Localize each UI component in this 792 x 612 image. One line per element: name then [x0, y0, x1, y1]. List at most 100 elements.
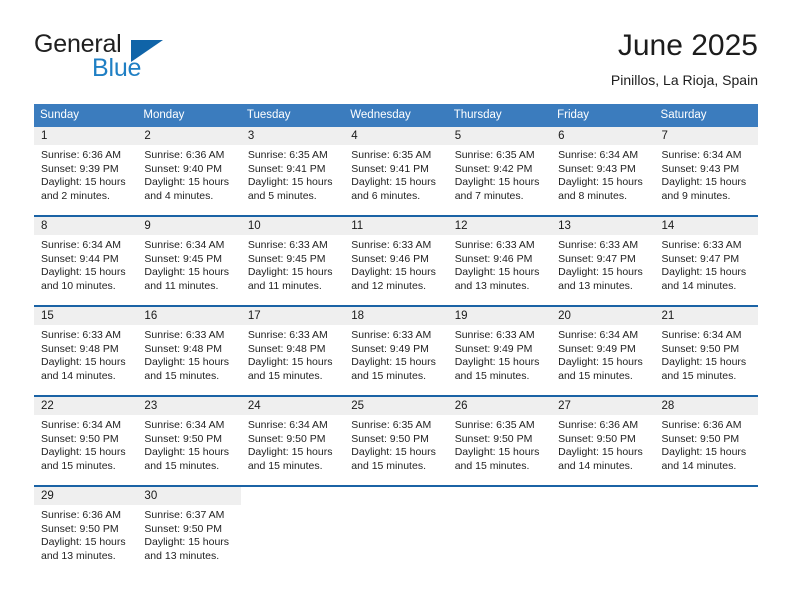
- sunrise-time: Sunrise: 6:33 AM: [247, 239, 328, 251]
- day-details: Sunrise: 6:34 AM Sunset: 9:44 PM Daylight:…: [34, 235, 137, 293]
- calendar-week-row: 8 Sunrise: 6:34 AM Sunset: 9:44 PM Daylight…: [34, 215, 758, 305]
- daylight-duration-line2: and 8 minutes.: [558, 189, 627, 202]
- day-cell[interactable]: 17 Sunrise: 6:33 AM Sunset: 9:48 PM Dayligh…: [240, 307, 345, 395]
- day-details: Sunrise: 6:34 AM Sunset: 9:45 PM Daylight:…: [137, 235, 240, 293]
- day-cell[interactable]: 22 Sunrise: 6:34 AM Sunset: 9:50 PM Dayligh…: [34, 397, 138, 485]
- sunrise-time: Sunrise: 6:33 AM: [454, 329, 535, 341]
- day-number: 21: [654, 307, 758, 325]
- day-cell[interactable]: 6 Sunrise: 6:34 AM Sunset: 9:43 PM Daylight…: [551, 127, 655, 215]
- day-cell[interactable]: 9 Sunrise: 6:34 AM Sunset: 9:45 PM Daylight…: [137, 217, 241, 305]
- day-cell[interactable]: 5 Sunrise: 6:35 AM Sunset: 9:42 PM Daylight…: [447, 127, 552, 215]
- day-cell[interactable]: 19 Sunrise: 6:33 AM Sunset: 9:49 PM Dayligh…: [447, 307, 552, 395]
- general-blue-logo[interactable]: General Blue: [34, 28, 254, 90]
- day-cell[interactable]: 26 Sunrise: 6:35 AM Sunset: 9:50 PM Dayligh…: [447, 397, 552, 485]
- daylight-duration-line1: Daylight: 15 hours: [558, 266, 643, 279]
- day-cell[interactable]: 16 Sunrise: 6:33 AM Sunset: 9:48 PM Dayligh…: [137, 307, 241, 395]
- day-number: 6: [551, 127, 655, 145]
- sunset-time: Sunset: 9:49 PM: [454, 342, 533, 355]
- day-cell[interactable]: 29 Sunrise: 6:36 AM Sunset: 9:50 PM Dayligh…: [34, 487, 138, 575]
- day-cell[interactable]: 30 Sunrise: 6:37 AM Sunset: 9:50 PM Dayligh…: [137, 487, 241, 575]
- sunrise-time: Sunrise: 6:35 AM: [454, 149, 535, 161]
- day-cell[interactable]: 15 Sunrise: 6:33 AM Sunset: 9:48 PM Dayligh…: [34, 307, 138, 395]
- day-cell[interactable]: 27 Sunrise: 6:36 AM Sunset: 9:50 PM Dayligh…: [551, 397, 655, 485]
- sunrise-time: Sunrise: 6:36 AM: [144, 149, 225, 161]
- page-title: June 2025: [617, 29, 758, 62]
- daylight-duration-line1: Daylight: 15 hours: [247, 266, 333, 279]
- day-cell[interactable]: 23 Sunrise: 6:34 AM Sunset: 9:50 PM Dayligh…: [137, 397, 241, 485]
- day-details: Sunrise: 6:35 AM Sunset: 9:41 PM Daylight:…: [344, 145, 447, 203]
- sunrise-time: Sunrise: 6:35 AM: [247, 149, 328, 161]
- day-cell[interactable]: 24 Sunrise: 6:34 AM Sunset: 9:50 PM Dayligh…: [240, 397, 345, 485]
- day-details: Sunrise: 6:33 AM Sunset: 9:46 PM Daylight:…: [344, 235, 447, 293]
- day-details: Sunrise: 6:34 AM Sunset: 9:50 PM Daylight:…: [241, 415, 344, 473]
- day-details: Sunrise: 6:33 AM Sunset: 9:46 PM Daylight:…: [448, 235, 551, 293]
- daylight-duration-line2: and 11 minutes.: [247, 279, 322, 292]
- daylight-duration-line1: Daylight: 15 hours: [144, 176, 230, 189]
- day-number: 28: [654, 397, 758, 415]
- daylight-duration-line2: and 2 minutes.: [41, 189, 110, 202]
- day-cell[interactable]: 13 Sunrise: 6:33 AM Sunset: 9:47 PM Dayligh…: [551, 217, 655, 305]
- day-number: 30: [137, 487, 241, 505]
- day-cell[interactable]: 8 Sunrise: 6:34 AM Sunset: 9:44 PM Daylight…: [34, 217, 138, 305]
- day-cell[interactable]: 25 Sunrise: 6:35 AM Sunset: 9:50 PM Dayligh…: [344, 397, 448, 485]
- sunrise-time: Sunrise: 6:33 AM: [454, 239, 535, 251]
- day-cell[interactable]: 2 Sunrise: 6:36 AM Sunset: 9:40 PM Daylight…: [137, 127, 241, 215]
- day-cell[interactable]: 4 Sunrise: 6:35 AM Sunset: 9:41 PM Daylight…: [344, 127, 448, 215]
- daylight-duration-line1: Daylight: 15 hours: [454, 356, 540, 369]
- day-cell[interactable]: 1 Sunrise: 6:36 AM Sunset: 9:39 PM Daylight…: [34, 127, 138, 215]
- sunrise-time: Sunrise: 6:34 AM: [247, 419, 328, 431]
- day-number: 10: [240, 217, 345, 235]
- day-cell[interactable]: 20 Sunrise: 6:34 AM Sunset: 9:49 PM Dayligh…: [551, 307, 655, 395]
- day-cell[interactable]: 28 Sunrise: 6:36 AM Sunset: 9:50 PM Dayligh…: [654, 397, 758, 485]
- sunset-time: Sunset: 9:45 PM: [144, 252, 223, 265]
- daylight-duration-line1: Daylight: 15 hours: [247, 356, 333, 369]
- sunrise-time: Sunrise: 6:36 AM: [558, 419, 639, 431]
- weekday-header-row: Sunday Monday Tuesday Wednesday Thursday Frid…: [34, 104, 758, 127]
- day-number: 8: [34, 217, 138, 235]
- daylight-duration-line1: Daylight: 15 hours: [661, 446, 747, 459]
- sunset-time: Sunset: 9:46 PM: [351, 252, 429, 265]
- sunset-time: Sunset: 9:50 PM: [661, 342, 740, 355]
- day-number: 12: [447, 217, 552, 235]
- day-details: Sunrise: 6:36 AM Sunset: 9:50 PM Daylight:…: [34, 505, 137, 563]
- daylight-duration-line1: Daylight: 15 hours: [351, 446, 436, 459]
- daylight-duration-line2: and 15 minutes.: [661, 369, 737, 382]
- daylight-duration-line2: and 9 minutes.: [661, 189, 731, 202]
- day-cell[interactable]: 7 Sunrise: 6:34 AM Sunset: 9:43 PM Daylight…: [654, 127, 758, 215]
- day-number: 22: [34, 397, 138, 415]
- calendar-grid: Sunday Monday Tuesday Wednesday Thursday Frid…: [34, 104, 758, 575]
- page-header: General Blue June 2025 Pinillos, La Rioj…: [34, 28, 758, 98]
- weekday-header-tuesday: Tuesday: [246, 109, 291, 121]
- day-number: 9: [137, 217, 241, 235]
- calendar-week-row: 1 Sunrise: 6:36 AM Sunset: 9:39 PM Daylight…: [34, 127, 758, 215]
- weekday-header-monday: Monday: [143, 109, 185, 121]
- day-details: Sunrise: 6:36 AM Sunset: 9:40 PM Daylight:…: [137, 145, 240, 203]
- day-details: Sunrise: 6:34 AM Sunset: 9:50 PM Daylight:…: [137, 415, 240, 473]
- sunrise-time: Sunrise: 6:34 AM: [144, 239, 225, 251]
- sunset-time: Sunset: 9:49 PM: [351, 342, 429, 355]
- sunrise-time: Sunrise: 6:33 AM: [558, 239, 639, 251]
- day-cell[interactable]: 12 Sunrise: 6:33 AM Sunset: 9:46 PM Dayligh…: [447, 217, 552, 305]
- day-cell[interactable]: 14 Sunrise: 6:33 AM Sunset: 9:47 PM Dayligh…: [654, 217, 758, 305]
- sunset-time: Sunset: 9:46 PM: [454, 252, 533, 265]
- daylight-duration-line1: Daylight: 15 hours: [661, 176, 747, 189]
- location-subtitle: Pinillos, La Rioja, Spain: [610, 72, 758, 88]
- sunrise-time: Sunrise: 6:33 AM: [41, 329, 121, 341]
- day-cell[interactable]: 18 Sunrise: 6:33 AM Sunset: 9:49 PM Dayligh…: [344, 307, 448, 395]
- day-details: Sunrise: 6:33 AM Sunset: 9:48 PM Daylight:…: [34, 325, 137, 383]
- day-number: [654, 487, 758, 505]
- day-cell[interactable]: 10 Sunrise: 6:33 AM Sunset: 9:45 PM Dayligh…: [240, 217, 345, 305]
- daylight-duration-line2: and 6 minutes.: [351, 189, 421, 202]
- day-details: Sunrise: 6:35 AM Sunset: 9:50 PM Daylight:…: [448, 415, 551, 473]
- day-details: Sunrise: 6:36 AM Sunset: 9:39 PM Daylight:…: [34, 145, 137, 203]
- sunrise-time: Sunrise: 6:34 AM: [661, 329, 742, 341]
- day-cell[interactable]: 11 Sunrise: 6:33 AM Sunset: 9:46 PM Dayligh…: [344, 217, 448, 305]
- daylight-duration-line1: Daylight: 15 hours: [558, 446, 643, 459]
- weekday-header-thursday: Thursday: [453, 109, 502, 121]
- calendar-page: General Blue June 2025 Pinillos, La Rioj…: [0, 0, 792, 612]
- sunset-time: Sunset: 9:39 PM: [41, 162, 119, 175]
- day-number: [240, 487, 345, 505]
- day-cell[interactable]: 21 Sunrise: 6:34 AM Sunset: 9:50 PM Dayligh…: [654, 307, 758, 395]
- day-cell[interactable]: 3 Sunrise: 6:35 AM Sunset: 9:41 PM Daylight…: [240, 127, 345, 215]
- day-cell-empty: [240, 487, 345, 575]
